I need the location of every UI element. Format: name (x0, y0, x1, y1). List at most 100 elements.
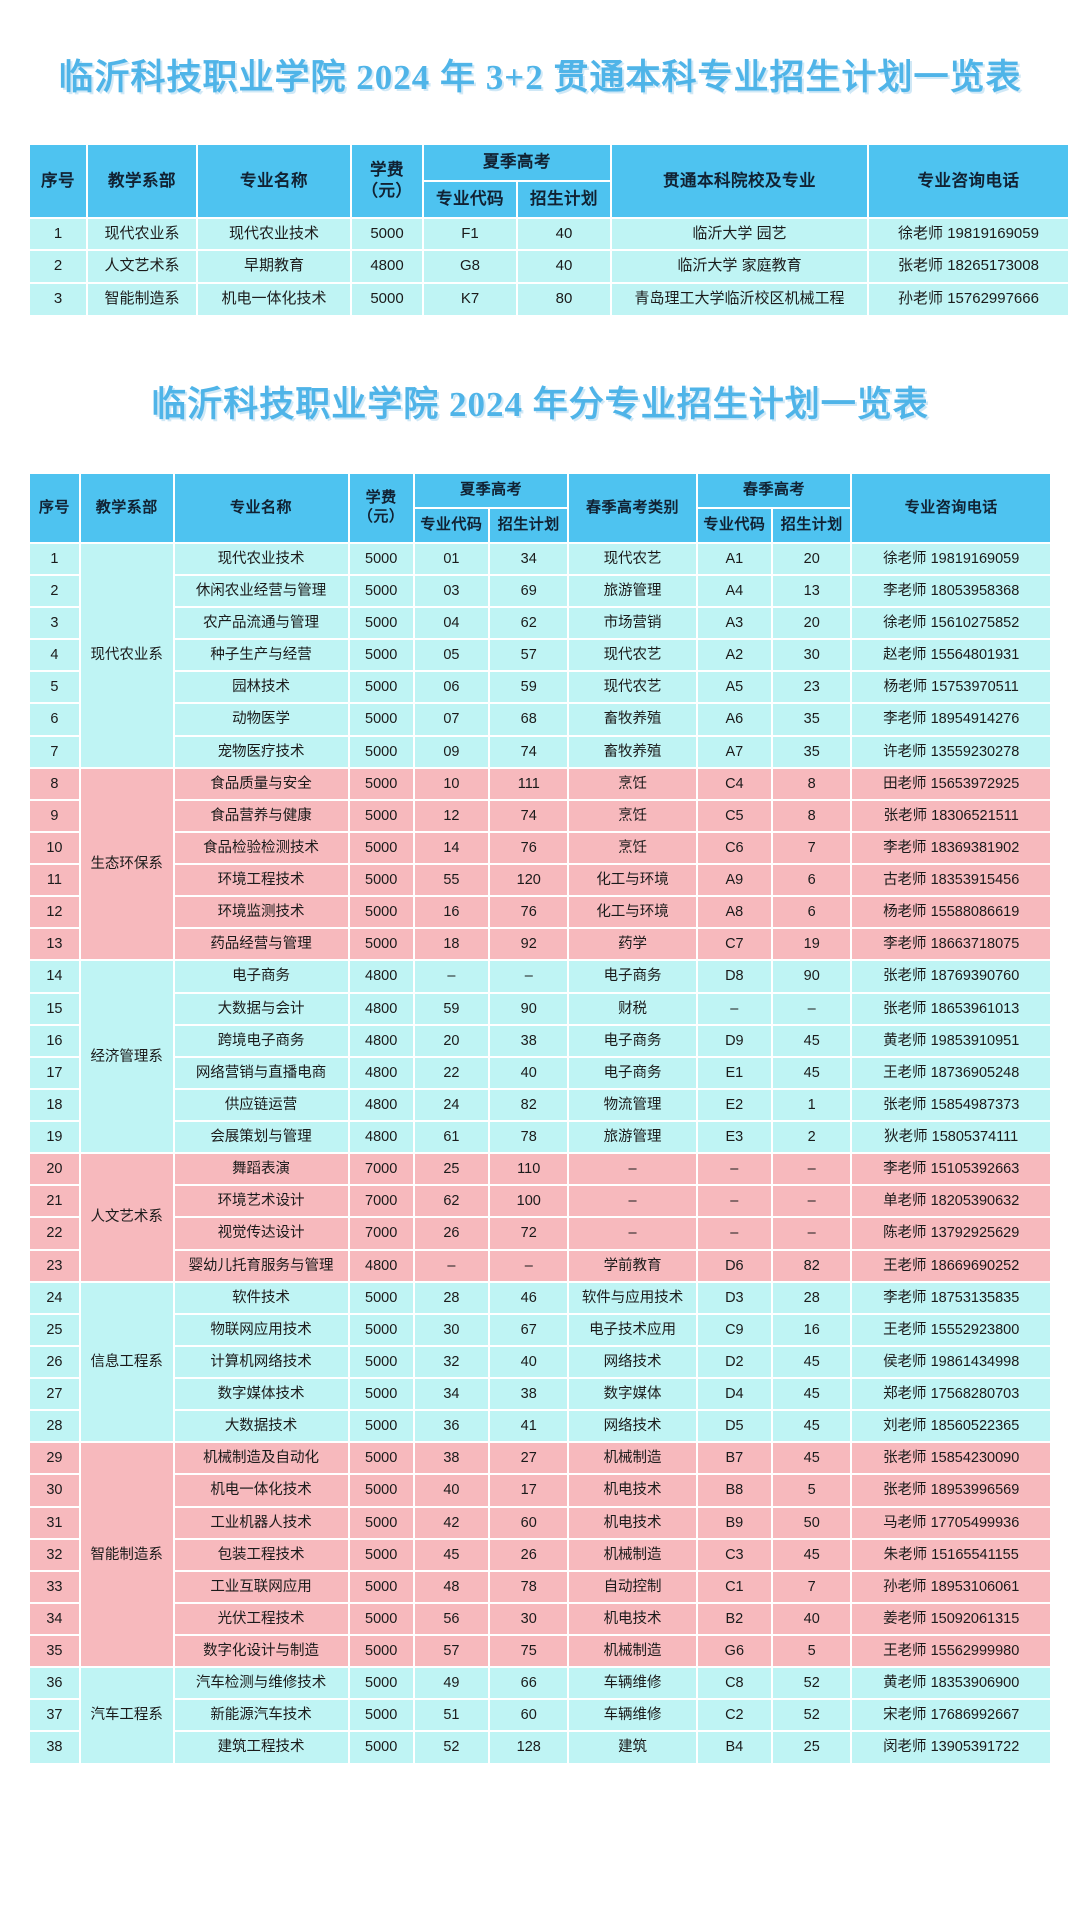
cell-spring-type: 物流管理 (569, 1089, 696, 1120)
cell-no: 14 (30, 961, 79, 992)
table-row: 7 宠物医疗技术 5000 09 74 畜牧养殖 A7 35 许老师 13559230278 (30, 736, 1050, 767)
table-row: 27 数字媒体技术 5000 34 38 数字媒体 D4 45 郑老师 17568280703 (30, 1379, 1050, 1410)
cell-major: 食品质量与安全 (174, 768, 348, 799)
th2-summer-group: 夏季高考 (414, 474, 568, 507)
table-row: 2 人文艺术系 早期教育 4800 G8 40 临沂大学 家庭教育 张老师 182651730… (30, 251, 1068, 283)
table2-body: 1 现代农业系 现代农业技术 5000 01 34 现代农艺 A1 20 徐老师 19819169… (30, 543, 1050, 1763)
table-row: 3 农产品流通与管理 5000 04 62 市场营销 A3 20 徐老师 15610275852 (30, 608, 1050, 639)
cell-fee: 5000 (349, 832, 413, 863)
table-row: 32 包装工程技术 5000 45 26 机械制造 C3 45 朱老师 15165541155 (30, 1539, 1050, 1570)
table2-header-row-1: 序号 教学系部 专业名称 学费 （元） 夏季高考 春季高考类别 春季高考 专业咨… (30, 474, 1050, 542)
cell-summer-code: K7 (424, 284, 516, 315)
cell-summer-plan: 111 (490, 768, 568, 799)
cell-no: 27 (30, 1379, 79, 1410)
cell-summer-code: 22 (414, 1057, 489, 1088)
cell-spring-type: 车辆维修 (569, 1668, 696, 1699)
cell-major: 建筑工程技术 (174, 1732, 348, 1763)
cell-spring-plan: – (773, 1186, 851, 1217)
table-row: 12 环境监测技术 5000 16 76 化工与环境 A8 6 杨老师 15588086619 (30, 897, 1050, 928)
cell-spring-type: 旅游管理 (569, 575, 696, 606)
cell-tel: 单老师 18205390632 (852, 1186, 1050, 1217)
cell-major: 现代农业技术 (198, 218, 350, 250)
th2-spring-group: 春季高考 (697, 474, 851, 507)
cell-spring-plan: 52 (773, 1700, 851, 1731)
cell-major: 工业机器人技术 (174, 1507, 348, 1538)
cell-spring-code: E2 (697, 1089, 771, 1120)
cell-summer-code: 25 (414, 1154, 489, 1185)
cell-summer-code: 40 (414, 1475, 489, 1506)
cell-spring-plan: 13 (773, 575, 851, 606)
cell-spring-plan: 7 (773, 1571, 851, 1602)
table-row: 34 光伏工程技术 5000 56 30 机电技术 B2 40 姜老师 15092061315 (30, 1603, 1050, 1634)
cell-major: 园林技术 (174, 672, 348, 703)
cell-summer-plan: 40 (518, 218, 610, 250)
cell-spring-plan: 6 (773, 897, 851, 928)
cell-summer-plan: 76 (490, 832, 568, 863)
cell-major: 食品营养与健康 (174, 800, 348, 831)
cell-spring-code: – (697, 1218, 771, 1249)
cell-spring-code: C8 (697, 1668, 771, 1699)
cell-spring-plan: 45 (773, 1443, 851, 1474)
cell-spring-type: 机械制造 (569, 1636, 696, 1667)
cell-fee: 5000 (349, 1475, 413, 1506)
cell-spring-plan: 35 (773, 736, 851, 767)
cell-spring-plan: 82 (773, 1250, 851, 1281)
cell-no: 26 (30, 1346, 79, 1377)
cell-summer-plan: 67 (490, 1314, 568, 1345)
table-row: 38 建筑工程技术 5000 52 128 建筑 B4 25 闵老师 13905391722 (30, 1732, 1050, 1763)
cell-spring-type: 车辆维修 (569, 1700, 696, 1731)
cell-no: 13 (30, 929, 79, 960)
cell-major: 机械制造及自动化 (174, 1443, 348, 1474)
cell-spring-type: 现代农艺 (569, 640, 696, 671)
cell-no: 1 (30, 218, 86, 250)
table-row: 26 计算机网络技术 5000 32 40 网络技术 D2 45 侯老师 19861434998 (30, 1346, 1050, 1377)
cell-summer-plan: 74 (490, 736, 568, 767)
cell-spring-plan: 52 (773, 1668, 851, 1699)
cell-spring-code: A9 (697, 865, 771, 896)
cell-spring-plan: 16 (773, 1314, 851, 1345)
cell-summer-plan: 72 (490, 1218, 568, 1249)
cell-no: 2 (30, 575, 79, 606)
cell-spring-code: A4 (697, 575, 771, 606)
cell-no: 11 (30, 865, 79, 896)
cell-spring-type: 药学 (569, 929, 696, 960)
cell-tel: 侯老师 19861434998 (852, 1346, 1050, 1377)
cell-fee: 5000 (349, 1507, 413, 1538)
cell-summer-plan: 75 (490, 1636, 568, 1667)
cell-spring-code: C2 (697, 1700, 771, 1731)
cell-spring-code: C4 (697, 768, 771, 799)
cell-spring-code: A3 (697, 608, 771, 639)
table-row: 31 工业机器人技术 5000 42 60 机电技术 B9 50 马老师 17705499936 (30, 1507, 1050, 1538)
th-fee: 学费 （元） (352, 145, 422, 217)
cell-no: 29 (30, 1443, 79, 1474)
cell-major: 数字化设计与制造 (174, 1636, 348, 1667)
cell-no: 5 (30, 672, 79, 703)
cell-tel: 古老师 18353915456 (852, 865, 1050, 896)
cell-tel: 马老师 17705499936 (852, 1507, 1050, 1538)
table-row: 5 园林技术 5000 06 59 现代农艺 A5 23 杨老师 15753970511 (30, 672, 1050, 703)
cell-spring-type: 机电技术 (569, 1603, 696, 1634)
table-row: 37 新能源汽车技术 5000 51 60 车辆维修 C2 52 宋老师 17686992667 (30, 1700, 1050, 1731)
cell-major: 食品检验检测技术 (174, 832, 348, 863)
cell-spring-type: 市场营销 (569, 608, 696, 639)
cell-spring-plan: 50 (773, 1507, 851, 1538)
cell-fee: 5000 (349, 1668, 413, 1699)
cell-no: 12 (30, 897, 79, 928)
cell-fee: 5000 (349, 1732, 413, 1763)
cell-no: 15 (30, 993, 79, 1024)
cell-major: 舞蹈表演 (174, 1154, 348, 1185)
cell-spring-plan: 5 (773, 1636, 851, 1667)
cell-spring-code: C6 (697, 832, 771, 863)
cell-summer-code: 01 (414, 543, 489, 574)
cell-tel: 刘老师 18560522365 (852, 1411, 1050, 1442)
cell-major: 电子商务 (174, 961, 348, 992)
cell-tel: 徐老师 15610275852 (852, 608, 1050, 639)
cell-summer-code: 51 (414, 1700, 489, 1731)
cell-fee: 5000 (349, 1282, 413, 1313)
cell-spring-type: 烹饪 (569, 832, 696, 863)
cell-major: 计算机网络技术 (174, 1346, 348, 1377)
cell-fee: 5000 (349, 672, 413, 703)
table1-body: 1 现代农业系 现代农业技术 5000 F1 40 临沂大学 园艺 徐老师 198191690… (30, 218, 1068, 315)
cell-fee: 7000 (349, 1154, 413, 1185)
cell-spring-code: A5 (697, 672, 771, 703)
